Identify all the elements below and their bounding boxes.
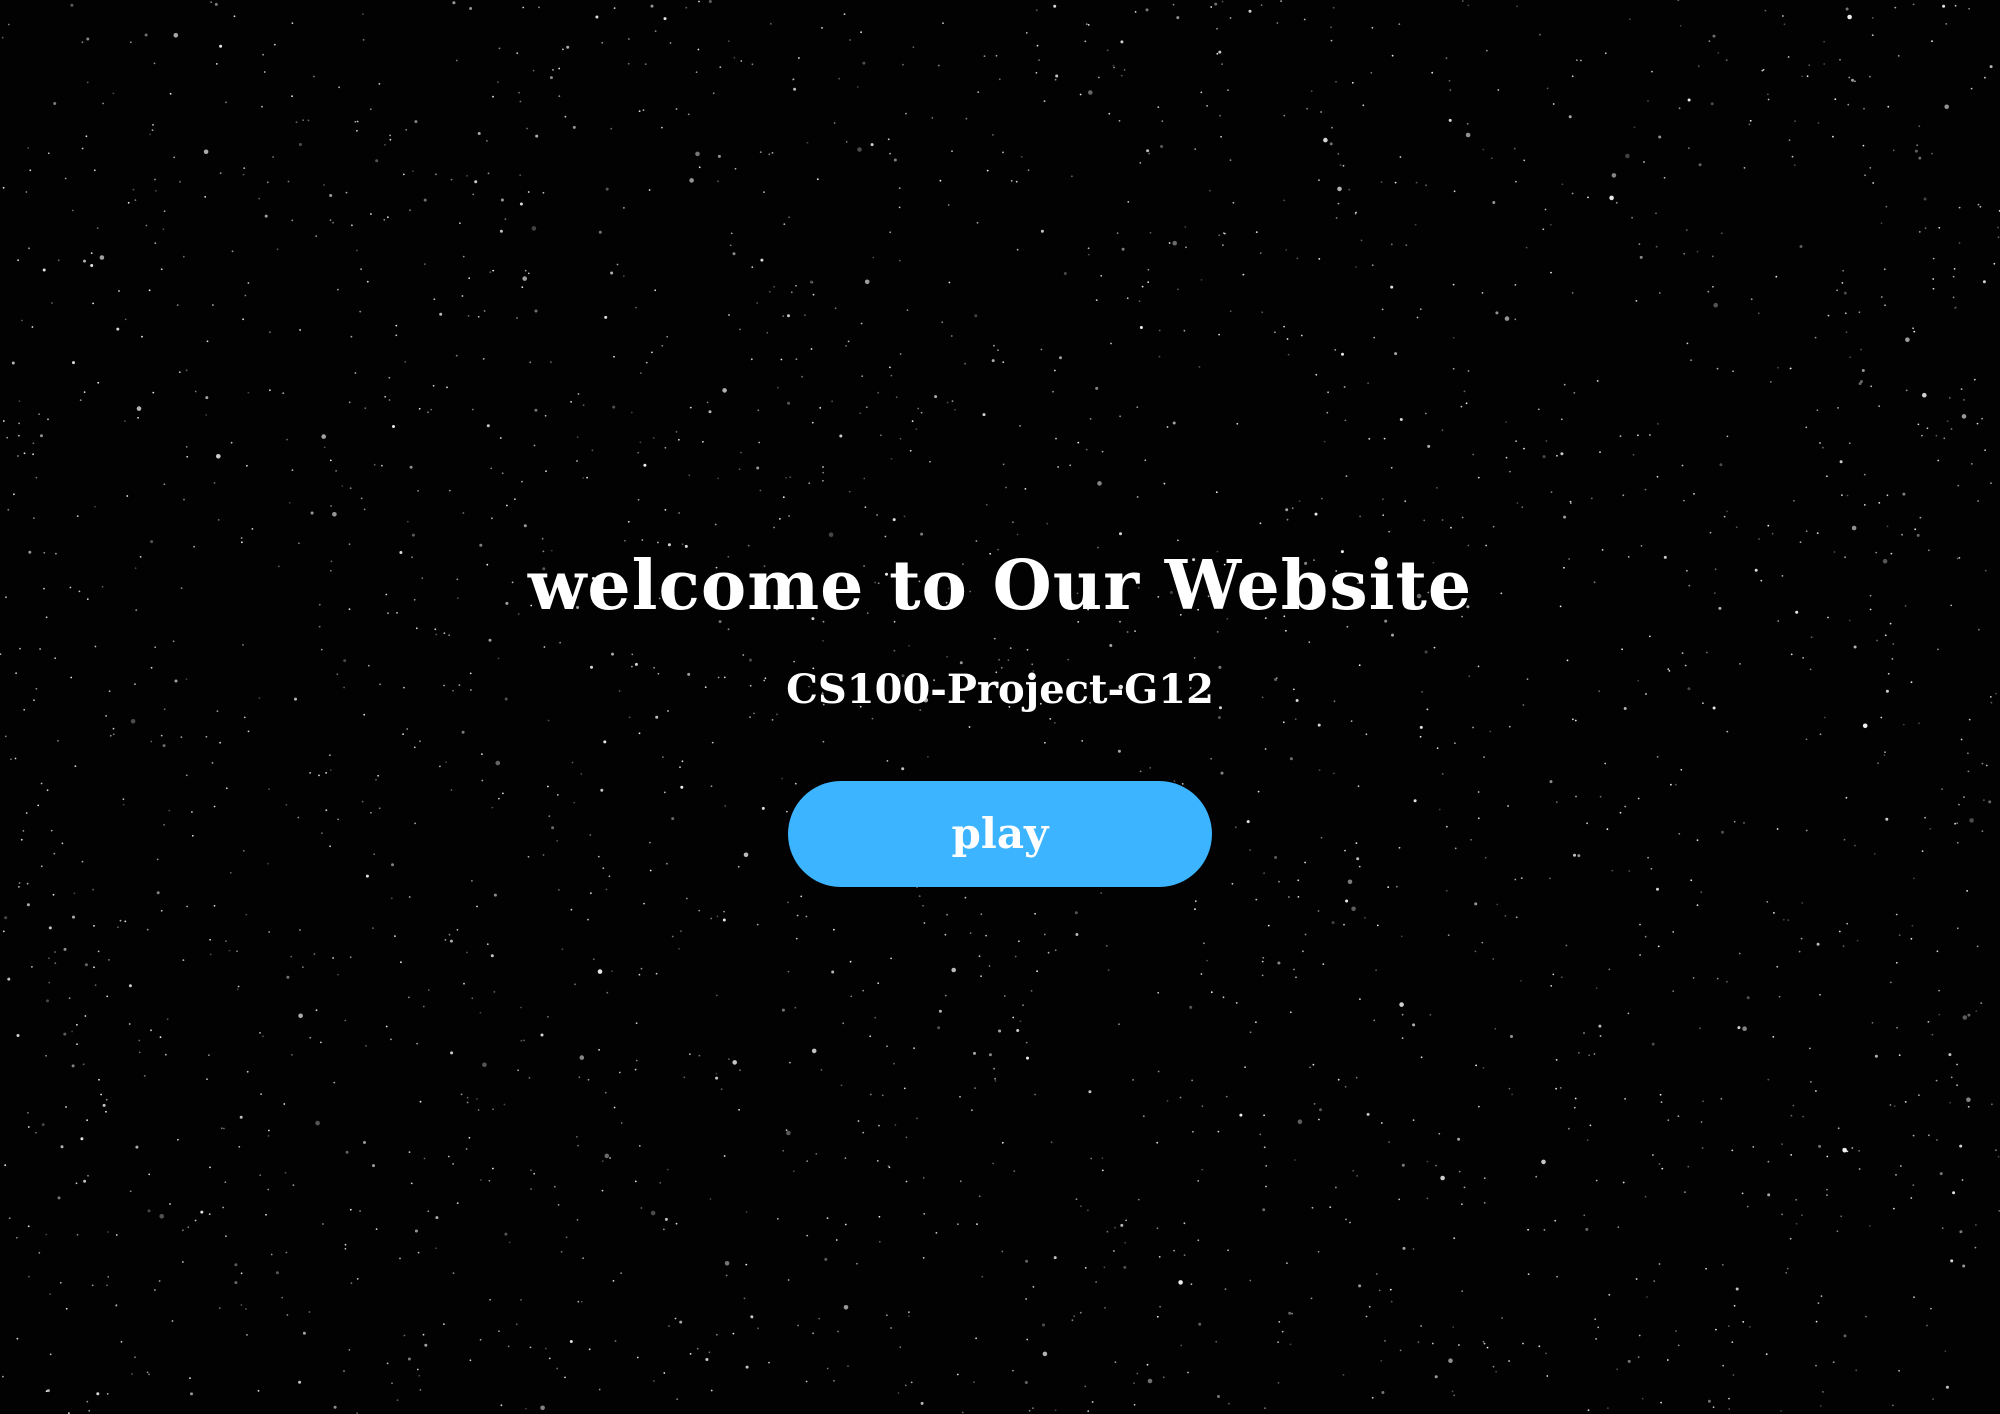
page-title: welcome to Our Website [527,546,1473,626]
hero-section: welcome to Our Website CS100-Project-G12… [0,0,2000,1414]
landing-page: welcome to Our Website CS100-Project-G12… [0,0,2000,1414]
project-subtitle: CS100-Project-G12 [786,666,1214,713]
play-button[interactable]: play [788,781,1212,887]
